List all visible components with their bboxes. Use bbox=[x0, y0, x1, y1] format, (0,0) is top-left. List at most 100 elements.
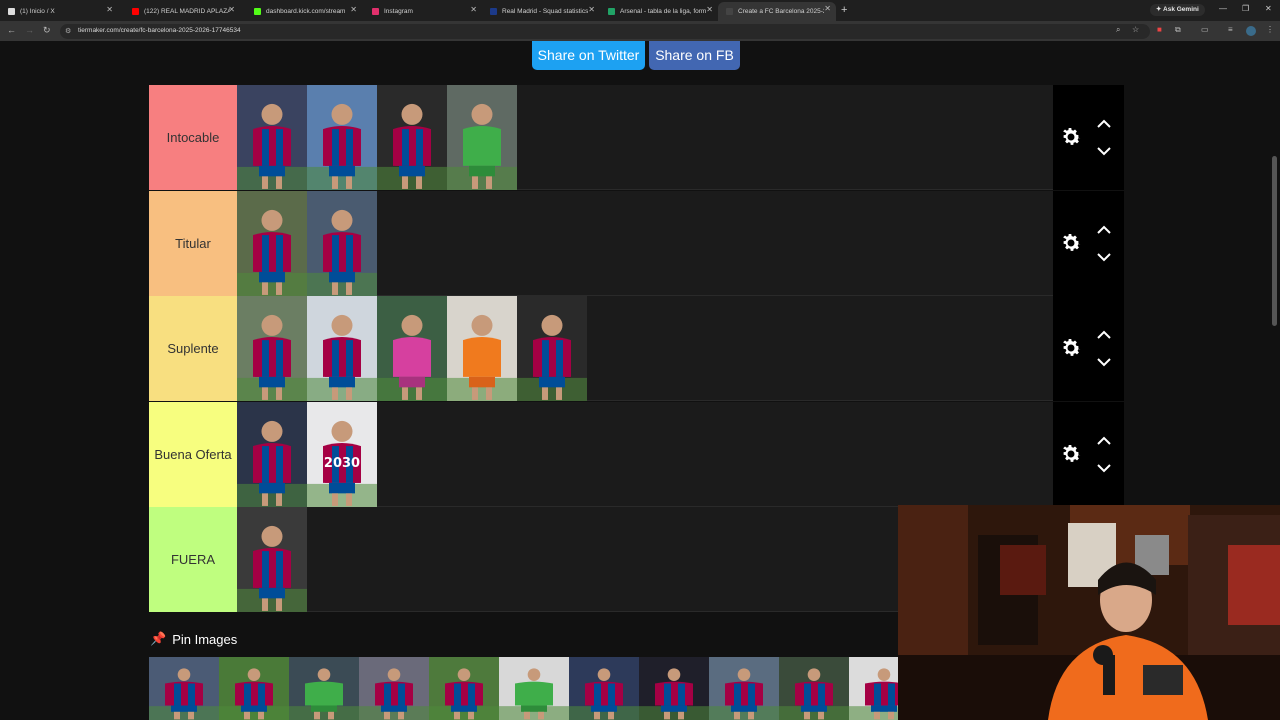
browser-tab[interactable]: (1) Inicio / X ✕ bbox=[0, 3, 118, 19]
tier-row: Titular bbox=[149, 190, 1124, 296]
tier-items[interactable]: 2030 bbox=[237, 401, 1124, 507]
tab-close-icon[interactable]: ✕ bbox=[106, 5, 113, 14]
tab-title: Create a FC Barcelona 2025-20 bbox=[738, 8, 824, 15]
page-scrollbar[interactable] bbox=[1272, 156, 1277, 326]
player-card[interactable] bbox=[237, 190, 307, 296]
player-card[interactable] bbox=[447, 296, 517, 401]
tab-close-icon[interactable]: ✕ bbox=[706, 5, 713, 14]
tab-close-icon[interactable]: ✕ bbox=[470, 5, 477, 14]
browser-tab[interactable]: Instagram ✕ bbox=[364, 3, 482, 19]
pool-player-card[interactable] bbox=[569, 657, 639, 720]
tab-favicon-icon bbox=[490, 7, 497, 15]
player-card[interactable] bbox=[237, 85, 307, 190]
tier-controls bbox=[1053, 190, 1124, 296]
pool-player-card[interactable] bbox=[149, 657, 219, 720]
gear-icon[interactable] bbox=[1059, 336, 1083, 360]
browser-tab[interactable]: dashboard.kick.com/stream ✕ bbox=[246, 3, 362, 19]
move-up-chevron-icon[interactable] bbox=[1097, 330, 1111, 340]
browser-tab[interactable]: Real Madrid - Squad statistics | ✕ bbox=[482, 3, 600, 19]
pool-player-card[interactable] bbox=[499, 657, 569, 720]
tiermaker-page: Share on Twitter Share on FB Intocable T… bbox=[0, 41, 1280, 720]
pin-images-header[interactable]: 📌 Pin Images bbox=[150, 631, 237, 647]
player-card[interactable] bbox=[237, 296, 307, 401]
tab-close-icon[interactable]: ✕ bbox=[350, 5, 357, 14]
bookmark-star-icon[interactable]: ☆ bbox=[1132, 25, 1139, 34]
forward-icon[interactable]: → bbox=[25, 25, 34, 35]
zoom-icon[interactable]: ⌕ bbox=[1116, 25, 1120, 35]
tab-title: dashboard.kick.com/stream bbox=[266, 7, 346, 15]
move-down-chevron-icon[interactable] bbox=[1097, 252, 1111, 262]
move-up-chevron-icon[interactable] bbox=[1097, 436, 1111, 446]
player-card[interactable]: 2030 bbox=[307, 401, 377, 507]
share-facebook-button[interactable]: Share on FB bbox=[649, 41, 740, 70]
tier-label[interactable]: Suplente bbox=[149, 296, 237, 401]
restore-icon[interactable]: ❐ bbox=[1242, 4, 1249, 13]
pool-player-card[interactable] bbox=[639, 657, 709, 720]
pool-player-card[interactable] bbox=[219, 657, 289, 720]
tier-items[interactable] bbox=[237, 296, 1124, 401]
tier-label[interactable]: Intocable bbox=[149, 85, 237, 190]
pushpin-icon: 📌 bbox=[150, 631, 167, 646]
url-text: tiermaker.com/create/fc-barcelona-2025-2… bbox=[78, 27, 241, 34]
player-card[interactable] bbox=[237, 507, 307, 612]
pool-player-card[interactable] bbox=[289, 657, 359, 720]
pool-player-card[interactable] bbox=[359, 657, 429, 720]
tab-close-icon[interactable]: ✕ bbox=[588, 5, 595, 14]
move-down-chevron-icon[interactable] bbox=[1097, 357, 1111, 367]
webcam-video bbox=[898, 505, 1280, 720]
move-down-chevron-icon[interactable] bbox=[1097, 463, 1111, 473]
gear-icon[interactable] bbox=[1059, 442, 1083, 466]
site-info-icon[interactable]: ⚙ bbox=[65, 27, 71, 35]
player-card[interactable] bbox=[307, 296, 377, 401]
pin-images-label: Pin Images bbox=[172, 631, 238, 647]
profile-avatar[interactable] bbox=[1246, 26, 1256, 36]
gear-icon[interactable] bbox=[1059, 231, 1083, 255]
tab-title: Real Madrid - Squad statistics | bbox=[502, 7, 588, 15]
reload-icon[interactable]: ↻ bbox=[43, 25, 51, 36]
player-card[interactable] bbox=[517, 296, 587, 401]
move-up-chevron-icon[interactable] bbox=[1097, 225, 1111, 235]
close-window-icon[interactable]: ✕ bbox=[1265, 4, 1272, 13]
pool-player-card[interactable] bbox=[709, 657, 779, 720]
tier-label[interactable]: Titular bbox=[149, 190, 237, 296]
tab-title: Instagram bbox=[384, 7, 413, 15]
tier-items[interactable] bbox=[237, 85, 1124, 190]
player-card[interactable] bbox=[377, 85, 447, 190]
split-view-icon[interactable]: ▭ bbox=[1201, 25, 1209, 34]
minimize-icon[interactable]: — bbox=[1219, 4, 1227, 13]
url-field[interactable]: ⚙ tiermaker.com/create/fc-barcelona-2025… bbox=[60, 24, 1150, 39]
new-tab-button[interactable]: + bbox=[841, 4, 847, 16]
browser-tab[interactable]: (122) REAL MADRID APLAZA T...✕ bbox=[124, 3, 240, 19]
tab-close-icon[interactable]: ✕ bbox=[824, 4, 831, 13]
tab-favicon-icon bbox=[726, 8, 733, 15]
player-card[interactable] bbox=[307, 85, 377, 190]
ask-gemini-button[interactable]: ✦ Ask Gemini bbox=[1150, 4, 1205, 16]
gear-icon[interactable] bbox=[1059, 125, 1083, 149]
player-card[interactable] bbox=[307, 190, 377, 296]
move-down-chevron-icon[interactable] bbox=[1097, 146, 1111, 156]
tab-title: (122) REAL MADRID APLAZA T... bbox=[144, 7, 230, 15]
player-card[interactable] bbox=[237, 401, 307, 507]
pool-player-card[interactable] bbox=[429, 657, 499, 720]
tier-controls bbox=[1053, 401, 1124, 507]
player-card[interactable] bbox=[447, 85, 517, 190]
browser-tab[interactable]: Arsenal - tabla de la liga, forma ✕ bbox=[600, 3, 718, 19]
media-icon[interactable]: ≡ bbox=[1228, 25, 1233, 34]
extension-icon[interactable]: ■ bbox=[1157, 25, 1162, 34]
back-icon[interactable]: ← bbox=[7, 25, 16, 35]
svg-text:2030: 2030 bbox=[324, 456, 360, 471]
tier-items[interactable] bbox=[237, 190, 1124, 296]
move-up-chevron-icon[interactable] bbox=[1097, 119, 1111, 129]
menu-kebab-icon[interactable]: ⋮ bbox=[1266, 25, 1274, 34]
share-twitter-button[interactable]: Share on Twitter bbox=[532, 41, 645, 70]
tab-close-icon[interactable]: ✕ bbox=[228, 5, 235, 14]
tab-favicon-icon bbox=[132, 7, 139, 15]
player-card[interactable] bbox=[377, 296, 447, 401]
browser-tab-bar: (1) Inicio / X ✕ (122) REAL MADRID APLAZA … bbox=[0, 0, 1280, 21]
pool-player-card[interactable] bbox=[779, 657, 849, 720]
tier-label[interactable]: FUERA bbox=[149, 507, 237, 612]
tier-row: Suplente bbox=[149, 296, 1124, 401]
browser-tab[interactable]: Create a FC Barcelona 2025-20 ✕ bbox=[718, 2, 836, 21]
tier-label[interactable]: Buena Oferta bbox=[149, 401, 237, 507]
extensions-puzzle-icon[interactable]: ⧉ bbox=[1175, 25, 1181, 35]
